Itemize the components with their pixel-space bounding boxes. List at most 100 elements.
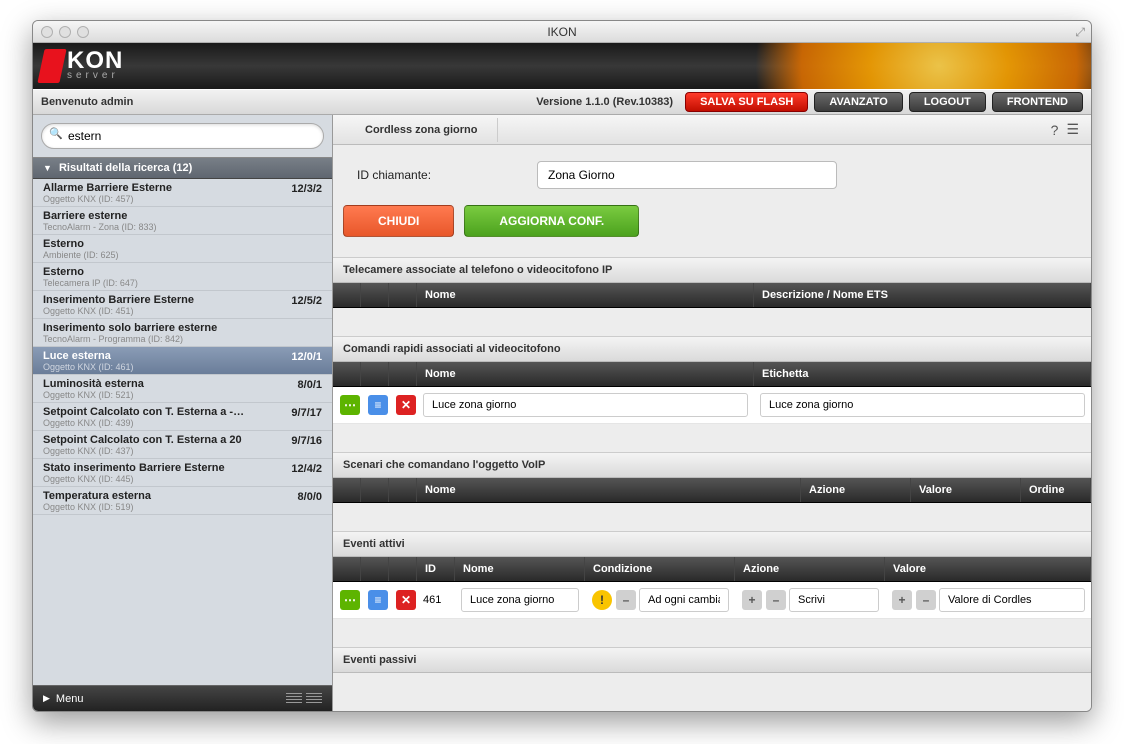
command-label-input[interactable] <box>760 393 1085 417</box>
help-icon[interactable]: ? <box>1051 122 1059 138</box>
result-sub: Oggetto KNX (ID: 445) <box>43 474 322 484</box>
search-input[interactable] <box>41 123 324 149</box>
list-icon[interactable]: ☰ <box>1066 121 1079 138</box>
delete-icon[interactable]: ✕ <box>396 590 416 610</box>
minus-icon[interactable]: – <box>766 590 786 610</box>
search-result-item[interactable]: Setpoint Calcolato con T. Esterna a -…Og… <box>33 403 332 431</box>
chevron-down-icon: ▼ <box>43 163 52 173</box>
menu-bar[interactable]: ▶ Menu <box>33 685 332 711</box>
search-result-item[interactable]: Temperatura esternaOggetto KNX (ID: 519)… <box>33 487 332 515</box>
result-address: 9/7/16 <box>291 435 322 447</box>
result-sub: Oggetto KNX (ID: 519) <box>43 502 322 512</box>
tab-cordless[interactable]: Cordless zona giorno <box>345 118 498 142</box>
result-address: 12/0/1 <box>291 351 322 363</box>
titlebar: IKON ⤢ <box>33 21 1091 43</box>
event-id: 461 <box>417 592 455 608</box>
passive-events-panel-title: Eventi passivi <box>333 647 1091 673</box>
commands-table-header: Nome Etichetta <box>333 362 1091 387</box>
minus-icon[interactable]: – <box>616 590 636 610</box>
search-result-item[interactable]: EsternoAmbiente (ID: 625) <box>33 235 332 263</box>
brand-flare <box>711 43 1091 89</box>
result-sub: Oggetto KNX (ID: 461) <box>43 362 322 372</box>
event-action-input[interactable] <box>789 588 879 612</box>
menu-label: Menu <box>56 693 84 705</box>
edit-icon[interactable]: ≡ <box>368 590 388 610</box>
result-sub: TecnoAlarm - Zona (ID: 833) <box>43 222 322 232</box>
caller-id-row: ID chiamante: <box>333 145 1091 199</box>
warning-icon[interactable]: ! <box>592 590 612 610</box>
result-name: Allarme Barriere Esterne <box>43 182 322 194</box>
commands-row: ⋯ ≡ ✕ <box>333 387 1091 424</box>
fullscreen-icon[interactable]: ⤢ <box>1075 25 1085 40</box>
add-icon[interactable]: ⋯ <box>340 395 360 415</box>
minus-icon[interactable]: – <box>916 590 936 610</box>
results-header[interactable]: ▼ Risultati della ricerca (12) <box>33 157 332 179</box>
search-result-item[interactable]: Barriere esterneTecnoAlarm - Zona (ID: 8… <box>33 207 332 235</box>
event-value-input[interactable] <box>939 588 1085 612</box>
toolbar: Benvenuto admin Versione 1.1.0 (Rev.1038… <box>33 89 1091 115</box>
advanced-button[interactable]: AVANZATO <box>814 92 902 112</box>
result-name: Barriere esterne <box>43 210 322 222</box>
result-address: 8/0/1 <box>298 379 322 391</box>
plus-icon[interactable]: + <box>742 590 762 610</box>
search-result-item[interactable]: Luminosità esternaOggetto KNX (ID: 521)8… <box>33 375 332 403</box>
caller-id-label: ID chiamante: <box>357 168 517 182</box>
result-sub: Ambiente (ID: 625) <box>43 250 322 260</box>
result-name: Inserimento Barriere Esterne <box>43 294 322 306</box>
tab-bar: Cordless zona giorno ? ☰ <box>333 115 1091 145</box>
window-title: IKON <box>33 25 1091 39</box>
result-address: 12/5/2 <box>291 295 322 307</box>
close-button[interactable]: CHIUDI <box>343 205 454 237</box>
active-events-panel-title: Eventi attivi <box>333 531 1091 557</box>
sidebar: ▼ Risultati della ricerca (12) Allarme B… <box>33 115 333 711</box>
search-result-item[interactable]: Stato inserimento Barriere EsterneOggett… <box>33 459 332 487</box>
add-icon[interactable]: ⋯ <box>340 590 360 610</box>
frontend-button[interactable]: FRONTEND <box>992 92 1083 112</box>
command-name-input[interactable] <box>423 393 748 417</box>
scenarios-panel-title: Scenari che comandano l'oggetto VoIP <box>333 452 1091 478</box>
search-result-item[interactable]: Inserimento solo barriere esterneTecnoAl… <box>33 319 332 347</box>
result-name: Setpoint Calcolato con T. Esterna a -… <box>43 406 322 418</box>
plus-icon[interactable]: + <box>892 590 912 610</box>
search-result-item[interactable]: Luce esternaOggetto KNX (ID: 461)12/0/1 <box>33 347 332 375</box>
result-sub: TecnoAlarm - Programma (ID: 842) <box>43 334 322 344</box>
result-name: Esterno <box>43 266 322 278</box>
edit-icon[interactable]: ≡ <box>368 395 388 415</box>
result-address: 8/0/0 <box>298 491 322 503</box>
result-sub: Oggetto KNX (ID: 451) <box>43 306 322 316</box>
search-result-item[interactable]: EsternoTelecamera IP (ID: 647) <box>33 263 332 291</box>
result-name: Inserimento solo barriere esterne <box>43 322 322 334</box>
save-flash-button[interactable]: SALVA SU FLASH <box>685 92 808 112</box>
results-list: Allarme Barriere EsterneOggetto KNX (ID:… <box>33 179 332 685</box>
cameras-panel-title: Telecamere associate al telefono o video… <box>333 257 1091 283</box>
result-name: Stato inserimento Barriere Esterne <box>43 462 322 474</box>
result-name: Esterno <box>43 238 322 250</box>
event-name-input[interactable] <box>461 588 579 612</box>
logo-text: KON <box>67 52 123 70</box>
chevron-right-icon: ▶ <box>43 693 50 704</box>
result-sub: Oggetto KNX (ID: 437) <box>43 446 322 456</box>
logo-mark-icon <box>37 49 66 83</box>
result-name: Setpoint Calcolato con T. Esterna a 20 <box>43 434 322 446</box>
active-event-row: ⋯ ≡ ✕ 461 ! – + – + – <box>333 582 1091 619</box>
caller-id-input[interactable] <box>537 161 837 189</box>
delete-icon[interactable]: ✕ <box>396 395 416 415</box>
active-events-table-header: ID Nome Condizione Azione Valore <box>333 557 1091 582</box>
collapse-icon[interactable] <box>306 693 322 705</box>
event-cond-input[interactable] <box>639 588 729 612</box>
expand-icon[interactable] <box>286 693 302 705</box>
result-name: Luminosità esterna <box>43 378 322 390</box>
version-text: Versione 1.1.0 (Rev.10383) <box>536 96 673 108</box>
scenarios-table-header: Nome Azione Valore Ordine <box>333 478 1091 503</box>
search-result-item[interactable]: Setpoint Calcolato con T. Esterna a 20Og… <box>33 431 332 459</box>
search-result-item[interactable]: Allarme Barriere EsterneOggetto KNX (ID:… <box>33 179 332 207</box>
cameras-table-header: Nome Descrizione / Nome ETS <box>333 283 1091 308</box>
logout-button[interactable]: LOGOUT <box>909 92 986 112</box>
result-sub: Telecamera IP (ID: 647) <box>43 278 322 288</box>
main-area: Cordless zona giorno ? ☰ ID chiamante: C… <box>333 115 1091 711</box>
update-config-button[interactable]: AGGIORNA CONF. <box>464 205 639 237</box>
search-result-item[interactable]: Inserimento Barriere EsterneOggetto KNX … <box>33 291 332 319</box>
app-window: IKON ⤢ KON server Benvenuto admin Versio… <box>32 20 1092 712</box>
result-sub: Oggetto KNX (ID: 457) <box>43 194 322 204</box>
result-name: Temperatura esterna <box>43 490 322 502</box>
